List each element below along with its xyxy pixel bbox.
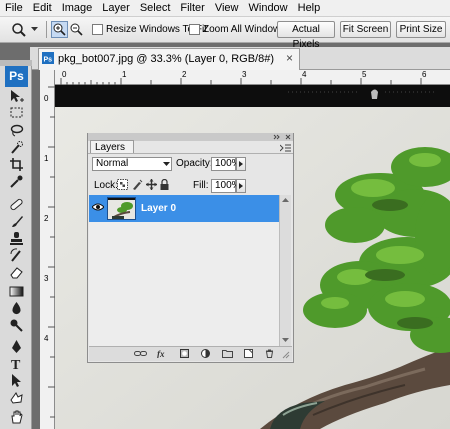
fx-icon[interactable]: fx [157,349,170,358]
layer-thumbnail-image [108,198,135,219]
blend-mode-value: Normal [96,158,129,169]
group-icon[interactable] [222,349,233,358]
clone-stamp-tool-icon[interactable] [9,231,24,246]
menu-window[interactable]: Window [244,0,293,17]
menu-view[interactable]: View [210,0,244,17]
type-tool-icon[interactable]: T [9,356,24,371]
scroll-up-arrow-icon[interactable] [282,198,289,203]
scroll-down-arrow-icon[interactable] [282,338,289,343]
opacity-arrow-icon [239,161,243,167]
layers-tab[interactable]: Layers × [90,140,134,166]
new-layer-icon[interactable] [244,349,253,358]
panel-menu-icon[interactable] [280,144,291,153]
toolbar-divider [46,21,47,38]
ruler-label-5: 5 [362,70,367,79]
lock-image-pixels-icon[interactable] [132,179,143,190]
lasso-tool-icon[interactable] [9,123,24,138]
crop-tool-icon[interactable] [9,157,24,172]
healing-brush-tool-icon[interactable] [9,197,24,212]
menu-image[interactable]: Image [57,0,98,17]
layers-panel-footer [89,346,292,361]
mask-icon[interactable] [180,349,189,358]
menu-filter[interactable]: Filter [175,0,209,17]
print-size-button[interactable]: Print Size [396,21,446,38]
pen-tool-icon[interactable] [9,339,24,354]
actual-pixels-button[interactable]: Actual Pixels [277,21,335,50]
lock-position-icon[interactable] [146,179,157,190]
zoom-out-icon[interactable] [68,21,85,38]
layers-tab-label: Layers [95,142,126,153]
shape-tool-icon[interactable] [9,390,24,405]
move-tool-icon[interactable] [9,89,24,104]
zoom-tool-icon[interactable] [11,22,27,38]
link-layers-icon[interactable] [134,349,147,358]
tool-preset-dropdown-icon[interactable] [31,27,38,32]
zoom-all-windows-label: Zoom All Windows [203,24,286,35]
vruler-label-4: 4 [44,334,49,343]
lock-all-icon[interactable] [160,179,169,190]
blend-mode-chevron-down-icon [163,162,170,166]
marquee-tool-icon[interactable] [9,106,24,121]
ruler-label-3: 3 [242,70,247,79]
hand-tool-icon[interactable] [9,409,24,424]
panel-resize-grip-icon[interactable] [281,350,290,359]
resize-windows-checkbox[interactable] [92,24,103,35]
gradient-tool-icon[interactable] [9,284,24,299]
eraser-tool-icon[interactable] [9,265,24,280]
ruler-label-4: 4 [302,70,307,79]
menu-layer[interactable]: Layer [97,0,135,17]
menu-edit[interactable]: Edit [28,0,57,17]
menu-select[interactable]: Select [135,0,176,17]
svg-text:Ps: Ps [44,57,53,64]
ruler-label-6: 6 [422,70,427,79]
fit-screen-button[interactable]: Fit Screen [340,21,391,38]
layer-visibility-eye-icon[interactable] [92,202,104,212]
vruler-label-0: 0 [44,94,49,103]
ps-document-icon: Ps [42,52,54,64]
panel-collapse-icon[interactable] [272,134,292,140]
layers-scrollbar[interactable] [279,195,291,346]
opacity-label: Opacity: [176,158,213,169]
ruler-label-1: 1 [122,70,127,79]
zoom-all-windows-checkbox[interactable] [189,24,200,35]
document-title: pkg_bot007.jpg @ 33.3% (Layer 0, RGB/8#) [58,53,275,65]
zoom-in-icon[interactable] [51,21,68,38]
opacity-input[interactable]: 100% [211,157,241,171]
blend-mode-dropdown[interactable]: Normal [92,157,172,171]
menu-help[interactable]: Help [293,0,326,17]
ruler-label-0: 0 [62,70,67,79]
menu-file[interactable]: File [0,0,28,17]
svg-text:fx: fx [157,349,165,358]
path-selection-tool-icon[interactable] [9,373,24,388]
layer-name[interactable]: Layer 0 [141,203,176,215]
dodge-tool-icon[interactable] [9,318,24,333]
brush-tool-icon[interactable] [9,214,24,229]
fill-label: Fill: [193,180,209,191]
lock-label: Lock: [94,180,118,191]
eyedropper-tool-icon[interactable] [9,174,24,189]
trash-icon[interactable] [265,349,274,358]
history-brush-tool-icon[interactable] [9,248,24,263]
fill-input[interactable]: 100% [211,179,241,193]
vruler-label-2: 2 [44,214,49,223]
quick-selection-tool-icon[interactable] [9,140,24,155]
fill-arrow-icon [239,183,243,189]
adjustment-icon[interactable] [201,349,210,358]
vertical-ruler-ticks [48,86,55,418]
document-close-icon[interactable]: × [286,52,293,65]
layers-list-empty-area [89,222,279,346]
blur-tool-icon[interactable] [9,301,24,316]
vruler-label-3: 3 [44,274,49,283]
menu-bar: File Edit Image Layer Select Filter View… [0,0,450,17]
ps-logo: Ps [5,66,28,87]
horizontal-ruler-ticks [60,78,422,85]
vruler-label-1: 1 [44,154,49,163]
lock-transparent-pixels-icon[interactable] [117,179,128,190]
svg-text:T: T [11,358,21,371]
ruler-label-2: 2 [182,70,187,79]
panel-divider [88,153,293,154]
